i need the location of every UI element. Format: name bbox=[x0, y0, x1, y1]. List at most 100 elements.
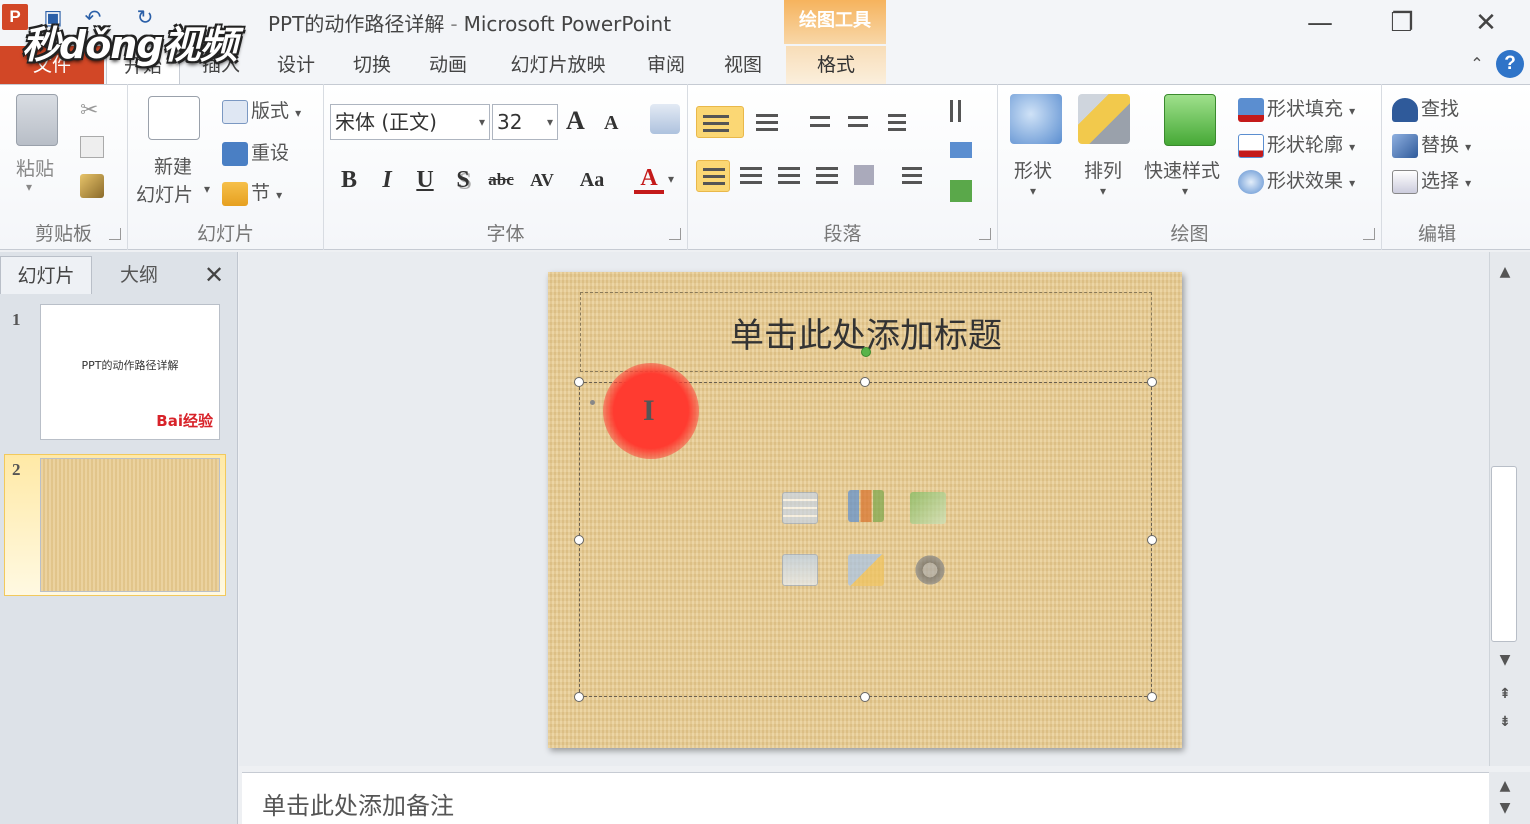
paste-dropdown-icon[interactable]: ▾ bbox=[26, 180, 32, 194]
scroll-thumb[interactable] bbox=[1491, 466, 1517, 642]
align-right-button[interactable] bbox=[772, 160, 806, 192]
tab-view[interactable]: 视图 bbox=[708, 46, 778, 84]
bullets-button[interactable] bbox=[696, 106, 744, 138]
slide-thumbnail-2[interactable] bbox=[40, 458, 220, 592]
shape-effects-button[interactable]: 形状效果 ▾ bbox=[1238, 166, 1355, 194]
clear-formatting-icon[interactable] bbox=[650, 104, 680, 134]
section-button[interactable]: 节 ▾ bbox=[222, 178, 282, 206]
help-icon[interactable]: ? bbox=[1496, 50, 1524, 78]
shapes-icon[interactable] bbox=[1010, 94, 1062, 144]
quick-styles-icon[interactable] bbox=[1164, 94, 1216, 146]
resize-handle[interactable] bbox=[1147, 535, 1157, 545]
reset-button[interactable]: 重设 bbox=[222, 138, 289, 166]
quick-styles-button[interactable]: 快速样式 bbox=[1144, 156, 1220, 183]
find-button[interactable]: 查找 bbox=[1392, 94, 1459, 122]
replace-button[interactable]: 替换 ▾ bbox=[1392, 130, 1471, 158]
character-spacing-button[interactable]: AV bbox=[524, 164, 560, 196]
restore-button[interactable]: ❐ bbox=[1382, 6, 1422, 40]
increase-indent-button[interactable] bbox=[842, 106, 876, 138]
justify-button[interactable] bbox=[810, 160, 844, 192]
copy-icon[interactable] bbox=[80, 136, 104, 158]
quick-styles-dropdown-icon[interactable]: ▾ bbox=[1182, 184, 1188, 198]
resize-handle[interactable] bbox=[574, 692, 584, 702]
numbering-button[interactable] bbox=[750, 106, 784, 138]
shape-outline-button[interactable]: 形状轮廓 ▾ bbox=[1238, 130, 1355, 158]
grow-font-button[interactable]: A bbox=[566, 106, 585, 136]
font-size-dropdown-icon[interactable]: ▾ bbox=[547, 105, 553, 139]
change-case-button[interactable]: Aa bbox=[572, 164, 612, 196]
minimize-ribbon-icon[interactable]: ⌃ bbox=[1466, 54, 1488, 76]
new-slide-icon[interactable] bbox=[148, 96, 200, 140]
scroll-up-icon[interactable]: ▲ bbox=[1492, 260, 1518, 284]
insert-picture-icon[interactable] bbox=[782, 554, 818, 586]
drawing-launcher-icon[interactable] bbox=[1363, 228, 1375, 240]
resize-handle[interactable] bbox=[1147, 692, 1157, 702]
arrange-icon[interactable] bbox=[1078, 94, 1130, 144]
insert-smartart-icon[interactable] bbox=[910, 492, 946, 524]
align-text-vertical-icon[interactable] bbox=[944, 136, 978, 168]
slide-thumbnail-1[interactable]: PPT的动作路径详解 Bai经验 bbox=[40, 304, 220, 440]
select-button[interactable]: 选择 ▾ bbox=[1392, 166, 1471, 194]
font-color-dropdown-icon[interactable]: ▾ bbox=[668, 172, 674, 186]
tab-slides-pane[interactable]: 幻灯片 bbox=[0, 256, 92, 294]
align-center-button[interactable] bbox=[734, 160, 768, 192]
tab-design[interactable]: 设计 bbox=[262, 46, 330, 84]
shapes-button[interactable]: 形状 bbox=[1014, 156, 1052, 183]
next-slide-icon[interactable]: ⇟ bbox=[1492, 710, 1518, 734]
font-name-combo[interactable]: 宋体 (正文) ▾ bbox=[330, 104, 490, 140]
resize-handle[interactable] bbox=[1147, 377, 1157, 387]
align-text-button[interactable] bbox=[896, 160, 930, 192]
rotation-handle[interactable] bbox=[861, 347, 871, 357]
arrange-button[interactable]: 排列 bbox=[1084, 156, 1122, 183]
new-slide-label-1[interactable]: 新建 bbox=[154, 152, 192, 179]
shape-fill-button[interactable]: 形状填充 ▾ bbox=[1238, 94, 1355, 122]
layout-button[interactable]: 版式 ▾ bbox=[222, 96, 301, 124]
font-launcher-icon[interactable] bbox=[669, 228, 681, 240]
text-shadow-button[interactable]: S bbox=[448, 164, 478, 196]
tab-animations[interactable]: 动画 bbox=[414, 46, 482, 84]
paste-button[interactable]: 粘贴 bbox=[16, 154, 54, 181]
font-color-button[interactable]: A bbox=[634, 164, 664, 194]
font-size-combo[interactable]: 32 ▾ bbox=[492, 104, 558, 140]
shapes-dropdown-icon[interactable]: ▾ bbox=[1030, 184, 1036, 198]
format-painter-icon[interactable] bbox=[80, 174, 104, 198]
align-left-button[interactable] bbox=[696, 160, 730, 192]
paste-icon[interactable] bbox=[16, 94, 58, 146]
resize-handle[interactable] bbox=[860, 692, 870, 702]
clipboard-launcher-icon[interactable] bbox=[109, 228, 121, 240]
italic-button[interactable]: I bbox=[372, 164, 402, 196]
arrange-dropdown-icon[interactable]: ▾ bbox=[1100, 184, 1106, 198]
resize-handle[interactable] bbox=[860, 377, 870, 387]
insert-chart-icon[interactable] bbox=[848, 490, 884, 522]
close-button[interactable]: ✕ bbox=[1466, 6, 1506, 40]
insert-clip-art-icon[interactable] bbox=[848, 554, 884, 586]
decrease-indent-button[interactable] bbox=[804, 106, 838, 138]
tab-outline-pane[interactable]: 大纲 bbox=[94, 256, 184, 294]
scroll-down-icon[interactable]: ▼ bbox=[1492, 648, 1518, 672]
tab-slide-show[interactable]: 幻灯片放映 bbox=[492, 46, 624, 84]
notes-placeholder[interactable]: 单击此处添加备注 bbox=[262, 786, 454, 821]
notes-scroll-up-icon[interactable]: ▲ bbox=[1492, 774, 1518, 798]
columns-button[interactable] bbox=[848, 160, 882, 192]
minimize-button[interactable]: — bbox=[1300, 6, 1340, 40]
new-slide-dropdown-icon[interactable]: ▾ bbox=[204, 182, 210, 196]
shrink-font-button[interactable]: A bbox=[604, 112, 618, 135]
insert-table-icon[interactable] bbox=[782, 492, 818, 524]
new-slide-label-2[interactable]: 幻灯片 bbox=[136, 180, 193, 207]
cut-icon[interactable]: ✂ bbox=[80, 98, 98, 123]
notes-scroll-down-icon[interactable]: ▼ bbox=[1492, 796, 1518, 820]
previous-slide-icon[interactable]: ⇞ bbox=[1492, 682, 1518, 706]
strikethrough-button[interactable]: abc bbox=[484, 164, 518, 196]
paragraph-launcher-icon[interactable] bbox=[979, 228, 991, 240]
tab-format[interactable]: 格式 bbox=[786, 46, 886, 84]
text-direction-button[interactable] bbox=[944, 96, 978, 128]
resize-handle[interactable] bbox=[574, 535, 584, 545]
bold-button[interactable]: B bbox=[334, 164, 364, 196]
convert-to-smartart-icon[interactable] bbox=[944, 176, 978, 208]
insert-media-icon[interactable] bbox=[912, 554, 948, 586]
underline-button[interactable]: U bbox=[410, 164, 440, 196]
close-pane-icon[interactable]: ✕ bbox=[196, 258, 232, 292]
tab-review[interactable]: 审阅 bbox=[632, 46, 700, 84]
tab-transitions[interactable]: 切换 bbox=[338, 46, 406, 84]
font-name-dropdown-icon[interactable]: ▾ bbox=[479, 105, 485, 139]
